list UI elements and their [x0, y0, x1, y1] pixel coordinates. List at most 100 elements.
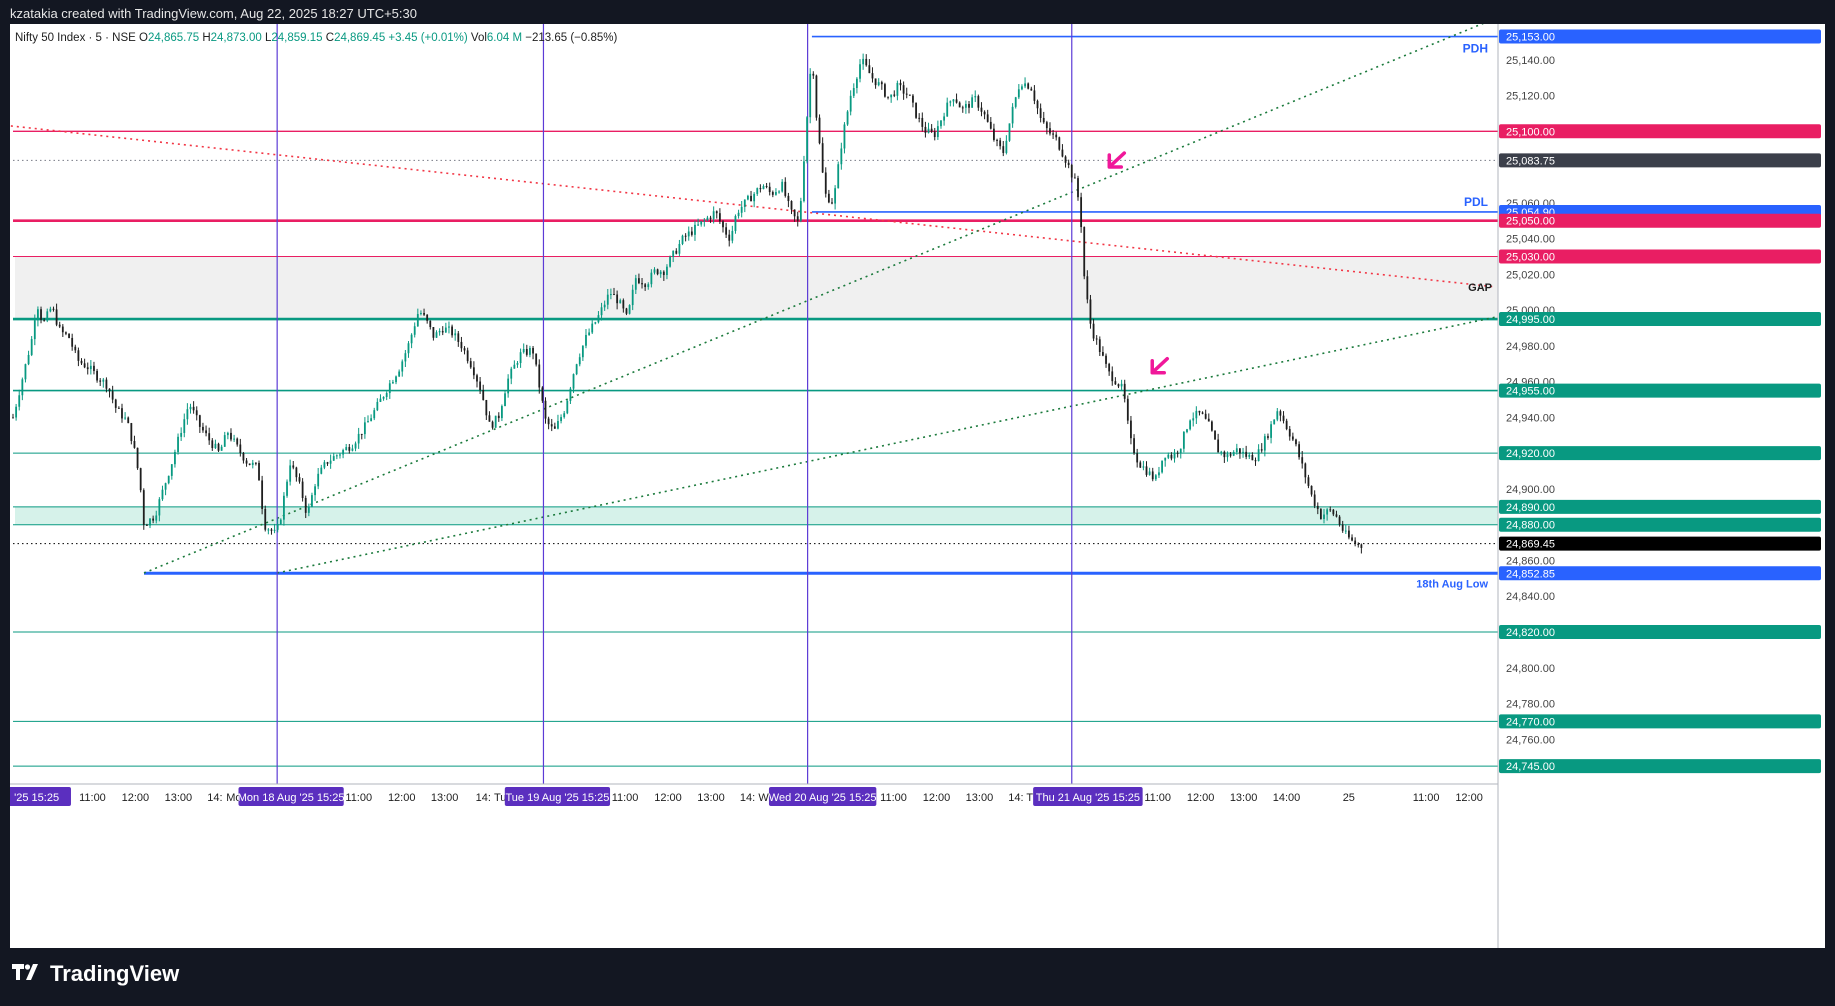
- candle-body: [849, 95, 852, 112]
- candle-body: [1173, 452, 1176, 459]
- candle-body: [762, 186, 765, 190]
- candle-body: [803, 161, 805, 202]
- candle-body: [993, 128, 995, 140]
- candle-body: [1154, 475, 1157, 480]
- candle-body: [345, 447, 348, 451]
- candle-body: [756, 188, 759, 194]
- candle-body: [557, 421, 559, 429]
- time-tick: 14:: [740, 792, 755, 804]
- candle-body: [1039, 108, 1042, 118]
- candle-body: [837, 164, 840, 189]
- candle-body: [482, 390, 485, 401]
- candle-body: [448, 326, 450, 328]
- candle-body: [532, 347, 534, 354]
- candle-body: [52, 308, 55, 310]
- candle-body: [1351, 537, 1353, 541]
- candle-body: [410, 334, 413, 344]
- pink-arrow-1: [1150, 356, 1169, 375]
- candle-body: [821, 143, 824, 173]
- candle-body: [117, 407, 120, 409]
- candle-body: [1201, 412, 1204, 414]
- candle-body: [1332, 509, 1335, 515]
- candle-body: [1319, 509, 1322, 519]
- candle-body: [460, 341, 463, 349]
- candle-body: [49, 308, 52, 312]
- candle-body: [1073, 177, 1076, 179]
- candle-body: [641, 283, 643, 285]
- candle-body: [429, 320, 432, 328]
- candle-body: [541, 387, 544, 401]
- candle-body: [233, 438, 236, 440]
- candle-body: [1248, 454, 1251, 457]
- arrow-shaft: [1108, 151, 1127, 168]
- time-tick: 13:00: [1230, 792, 1258, 804]
- candle-body: [594, 322, 597, 324]
- time-tick: 25: [1343, 792, 1355, 804]
- candle-body: [809, 73, 812, 118]
- candle-body: [385, 393, 388, 397]
- candle-body: [392, 382, 394, 384]
- price-tag-label: 25,083.75: [1506, 155, 1555, 167]
- candle-body: [846, 111, 849, 125]
- candle-body: [307, 506, 310, 513]
- candle-body: [1295, 439, 1297, 445]
- candle-body: [722, 221, 724, 228]
- candle-body: [373, 410, 376, 419]
- candle-body: [634, 278, 637, 290]
- time-tick: 13:00: [165, 792, 193, 804]
- candle-body: [202, 426, 204, 431]
- candle-body: [522, 349, 525, 353]
- arrow-shaft: [1151, 356, 1169, 374]
- candle-body: [921, 117, 924, 127]
- candle-body: [108, 388, 111, 392]
- candle-body: [647, 284, 650, 288]
- candle-body: [709, 217, 712, 219]
- chart-canvas[interactable]: PDHPDLGAP18th Aug Low INR25,140.0025,120…: [10, 24, 1825, 948]
- candle-body: [1326, 509, 1329, 515]
- candle-body: [413, 326, 416, 335]
- candle-body: [1217, 439, 1220, 453]
- candle-body: [220, 446, 223, 451]
- candle-body: [1167, 454, 1170, 458]
- candle-body: [289, 465, 292, 482]
- candle-body: [1270, 424, 1272, 438]
- candle-body: [133, 441, 136, 448]
- candle-body: [1273, 419, 1276, 425]
- candle-body: [121, 408, 123, 419]
- candle-body: [1204, 413, 1207, 419]
- candle-body: [575, 364, 578, 375]
- candle-body: [223, 435, 226, 447]
- candle-body: [354, 443, 357, 449]
- candle-body: [1064, 156, 1067, 163]
- candle-body: [292, 465, 295, 468]
- candle-body: [1123, 383, 1126, 399]
- candle-body: [1282, 415, 1285, 421]
- candle-body: [553, 426, 556, 429]
- candle-body: [1263, 436, 1266, 451]
- time-tick: 11:00: [612, 792, 639, 804]
- candle-body: [469, 361, 472, 368]
- chart-frame: PDHPDLGAP18th Aug Low INR25,140.0025,120…: [10, 24, 1825, 948]
- candle-body: [1354, 540, 1357, 544]
- candle-body: [787, 195, 790, 202]
- candle-body: [130, 423, 133, 442]
- candle-body: [616, 294, 619, 304]
- price-tag-label: 24,852.85: [1506, 568, 1555, 580]
- candle-body: [1251, 454, 1254, 461]
- candle-body: [342, 450, 344, 455]
- candle-body: [435, 332, 438, 338]
- candle-body: [977, 96, 980, 108]
- candle-body: [423, 312, 425, 315]
- time-tick: 13:00: [697, 792, 725, 804]
- candle-body: [669, 256, 671, 267]
- candle-body: [258, 462, 260, 481]
- candle-body: [706, 217, 709, 221]
- price-tick: 25,040.00: [1506, 234, 1555, 246]
- candle-body: [208, 433, 211, 441]
- time-tick: 11:00: [880, 792, 907, 804]
- candle-body: [180, 432, 183, 437]
- candle-body: [376, 401, 379, 411]
- footer-brand[interactable]: TradingView: [12, 961, 179, 987]
- candle-body: [261, 480, 264, 509]
- candle-body: [681, 235, 684, 244]
